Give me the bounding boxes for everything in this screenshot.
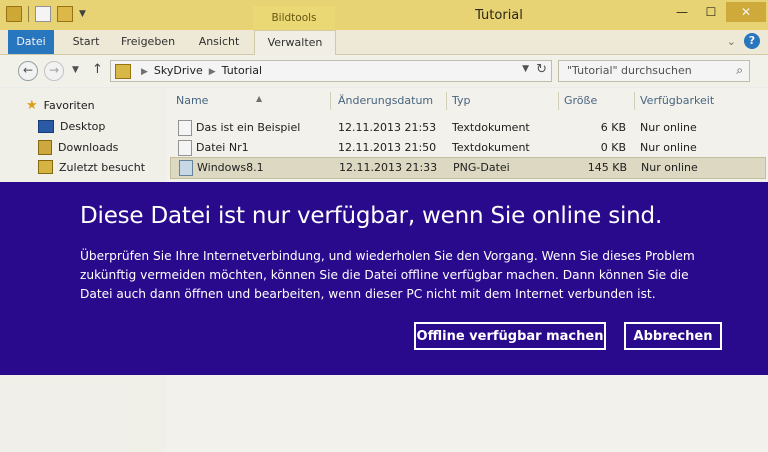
dialog-message: Überprüfen Sie Ihre Internetverbindung, …: [80, 249, 695, 301]
offline-dialog: Diese Datei ist nur verfügbar, wenn Sie …: [0, 182, 768, 375]
make-available-offline-button[interactable]: Offline verfügbar machen: [414, 322, 606, 350]
dialog-title: Diese Datei ist nur verfügbar, wenn Sie …: [80, 203, 663, 229]
cancel-button[interactable]: Abbrechen: [624, 322, 722, 350]
